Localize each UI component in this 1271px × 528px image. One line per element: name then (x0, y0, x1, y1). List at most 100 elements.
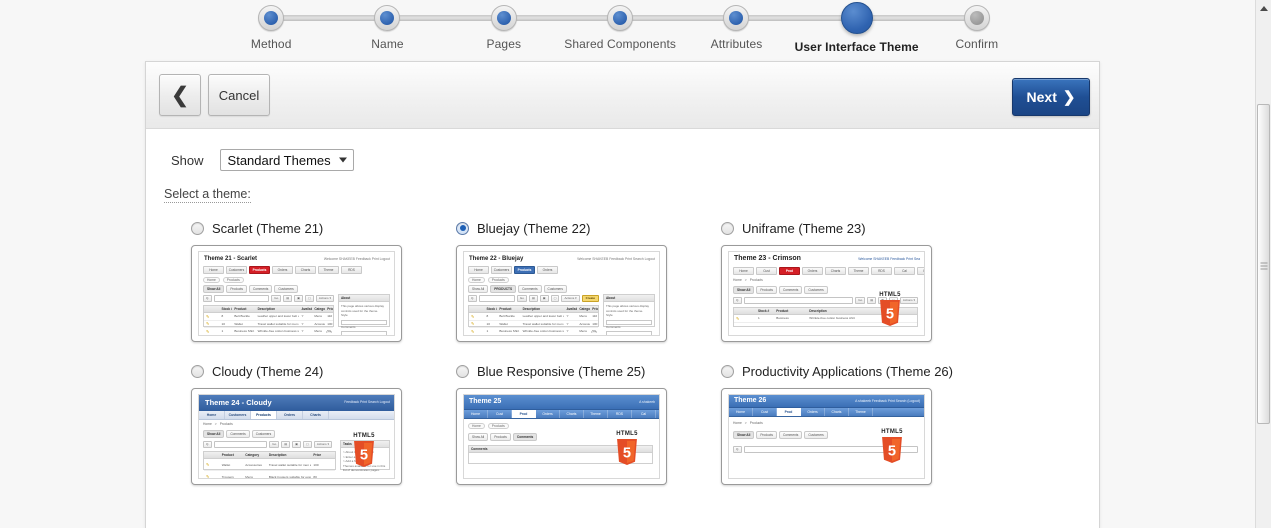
wizard-label-attributes: Attributes (710, 37, 763, 51)
thumb-table: Stock # Product Description Availability… (468, 305, 599, 335)
thumb-crumb-sep: > (744, 278, 747, 282)
thumb-tab: Cust (488, 410, 512, 418)
thumb-go-button: Go (855, 296, 866, 304)
edit-icon: ✎ (206, 321, 210, 327)
wizard-step-pages[interactable]: Pages (446, 0, 562, 60)
td: Wallet (499, 321, 508, 326)
thumb-title: Theme 26 (734, 397, 767, 404)
wizard-step-name[interactable]: Name (329, 0, 445, 60)
edit-icon: ✎ (471, 313, 475, 319)
edit-icon: ✎ (206, 328, 210, 334)
show-filter-row: Show Standard Themes (171, 149, 1099, 171)
edit-icon: ✎ (471, 321, 475, 327)
theme-choice-theme24[interactable]: Cloudy (Theme 24) (191, 360, 441, 382)
show-select[interactable]: Standard Themes (219, 149, 354, 171)
scrollbar-thumb[interactable] (1257, 104, 1270, 424)
thumb-table-head: Stock # Product Description Availability… (204, 306, 333, 313)
thumb-title: Theme 24 - Cloudy (205, 398, 272, 407)
th: Product (221, 453, 234, 457)
thumb-tabs: Home Cust Prod Orders Charts Theme RDS C… (733, 267, 924, 275)
thumb-header: Theme 23 - Crimson Welcome SHAKEEB Feedb… (729, 252, 924, 266)
radio-theme25[interactable] (456, 364, 469, 378)
radio-theme26[interactable] (721, 364, 734, 378)
theme-choice-theme25[interactable]: Blue Responsive (Theme 25) (456, 360, 706, 382)
theme-choice-theme23[interactable]: Uniframe (Theme 23) (721, 217, 971, 239)
svg-text:5: 5 (886, 306, 894, 322)
theme-thumbnail-theme24[interactable]: Theme 24 - Cloudy Feedback Print Search … (191, 388, 402, 485)
td: Accessories (314, 321, 325, 326)
td: Belt Buckle (234, 314, 250, 319)
radio-theme24[interactable] (191, 364, 204, 378)
svg-text:5: 5 (623, 445, 631, 461)
radio-theme21[interactable] (191, 221, 204, 235)
wizard-dot-confirm (963, 5, 990, 31)
thumb-header-links: A shakeeb Feedback Print Search (Logout) (855, 399, 920, 403)
panel-body: Show Standard Themes Select a theme: Sca… (146, 129, 1099, 485)
thumb-sidebar-body: This page allows various display control… (604, 302, 654, 335)
cancel-button[interactable]: Cancel (208, 74, 270, 116)
wizard-step-shared-components[interactable]: Shared Components (562, 0, 678, 60)
next-button[interactable]: Next ❯ (1012, 78, 1090, 116)
table-row: ✎ 2 Trousers Black trousers suitable for… (469, 336, 598, 337)
thumb-subtab: Show All (733, 431, 755, 439)
theme-choice-theme26[interactable]: Productivity Applications (Theme 26) (721, 360, 971, 382)
thumb-tab: RDS (608, 410, 632, 418)
theme-thumbnail-theme23[interactable]: Theme 23 - Crimson Welcome SHAKEEB Feedb… (721, 245, 932, 342)
thumb-breadcrumb: Home Products (468, 423, 509, 429)
td: Black trousers suitable for every busine… (268, 474, 312, 479)
thumb-header-links: Welcome SHAKEEB Feedback Print Sea (858, 257, 920, 261)
thumb-header-links: Feedback Print Search Logout (344, 400, 390, 404)
theme-thumbnail-theme25[interactable]: Theme 25 A shakeeb Home Cust Prod Orders… (456, 388, 667, 485)
scroll-up-button[interactable] (1256, 0, 1271, 16)
thumb-subtab: Customers (251, 430, 276, 438)
th: Product (499, 307, 512, 311)
thumb-tab: Portal (917, 267, 924, 275)
thumb-sidebar-textarea (606, 331, 652, 335)
thumb-tabs: Home Customers Products Orders Charts (199, 411, 394, 420)
td: Wallet (234, 321, 243, 326)
chevron-down-icon (338, 157, 347, 163)
page-scrollbar[interactable] (1255, 0, 1271, 528)
theme-thumbnail-theme26[interactable]: Theme 26 A shakeeb Feedback Print Search… (721, 388, 932, 485)
thumb-title: Theme 22 - Bluejay (469, 256, 524, 262)
td: Business Shirt (234, 329, 255, 334)
edit-icon: ✎ (469, 336, 484, 337)
view-icon: ▤ (528, 294, 538, 302)
td: Y (301, 314, 304, 319)
thumb-crumb-item: Home (733, 278, 742, 282)
wizard-label-name: Name (371, 37, 404, 51)
thumb-tab: Customers (225, 411, 251, 419)
theme-choice-theme21[interactable]: Scarlet (Theme 21) (191, 217, 441, 239)
td: Travel wallet suitable for men and women… (257, 321, 300, 326)
wizard-dot-pages (490, 5, 517, 31)
radio-theme22[interactable] (456, 221, 469, 235)
wizard-step-user-interface-theme[interactable]: User Interface Theme (795, 0, 919, 60)
theme-choice-theme22[interactable]: Bluejay (Theme 22) (456, 217, 706, 239)
th: Description (522, 307, 541, 311)
td: Wrinkle-free cotton business shirt (522, 329, 565, 334)
thumb-tabs: Home Cust Prod Orders Charts Theme (729, 408, 924, 417)
thumb-subtab: PRODUCTS (490, 285, 517, 293)
theme-label-theme21: Scarlet (Theme 21) (212, 220, 324, 236)
th: Stock # (757, 309, 770, 313)
thumb-subtab: Products (490, 433, 511, 441)
theme-thumbnail-theme21[interactable]: Theme 21 - Scarlet Welcome SHAKEEB Feedb… (191, 245, 402, 342)
thumb-tab-active: Products (249, 266, 270, 274)
thumb-subtab: Show All (468, 433, 489, 441)
radio-theme23[interactable] (721, 221, 734, 235)
wizard-step-attributes[interactable]: Attributes (678, 0, 794, 60)
thumb-header-links: A shakeeb (639, 400, 655, 404)
back-button[interactable]: ❮ (159, 74, 201, 116)
thumb-pager: 1 - 5 (590, 330, 597, 334)
thumb-subtabs: Show All PRODUCTS Comments Customers (468, 285, 567, 293)
thumb-crumb-item: Home (468, 277, 485, 283)
wizard-step-method[interactable]: Method (213, 0, 329, 60)
wizard-step-confirm[interactable]: Confirm (919, 0, 1035, 60)
theme-thumbnail-theme22[interactable]: Theme 22 - Bluejay Welcome SHAKEEB Feedb… (456, 245, 667, 342)
chevron-right-icon: ❯ (1062, 89, 1076, 106)
td: 1 (757, 316, 760, 321)
td: 110 (592, 314, 598, 319)
theme-option-theme23: Uniframe (Theme 23) Theme 23 - Crimson W… (721, 217, 971, 342)
search-icon: Q· (468, 294, 478, 302)
td: Mens (579, 329, 587, 334)
